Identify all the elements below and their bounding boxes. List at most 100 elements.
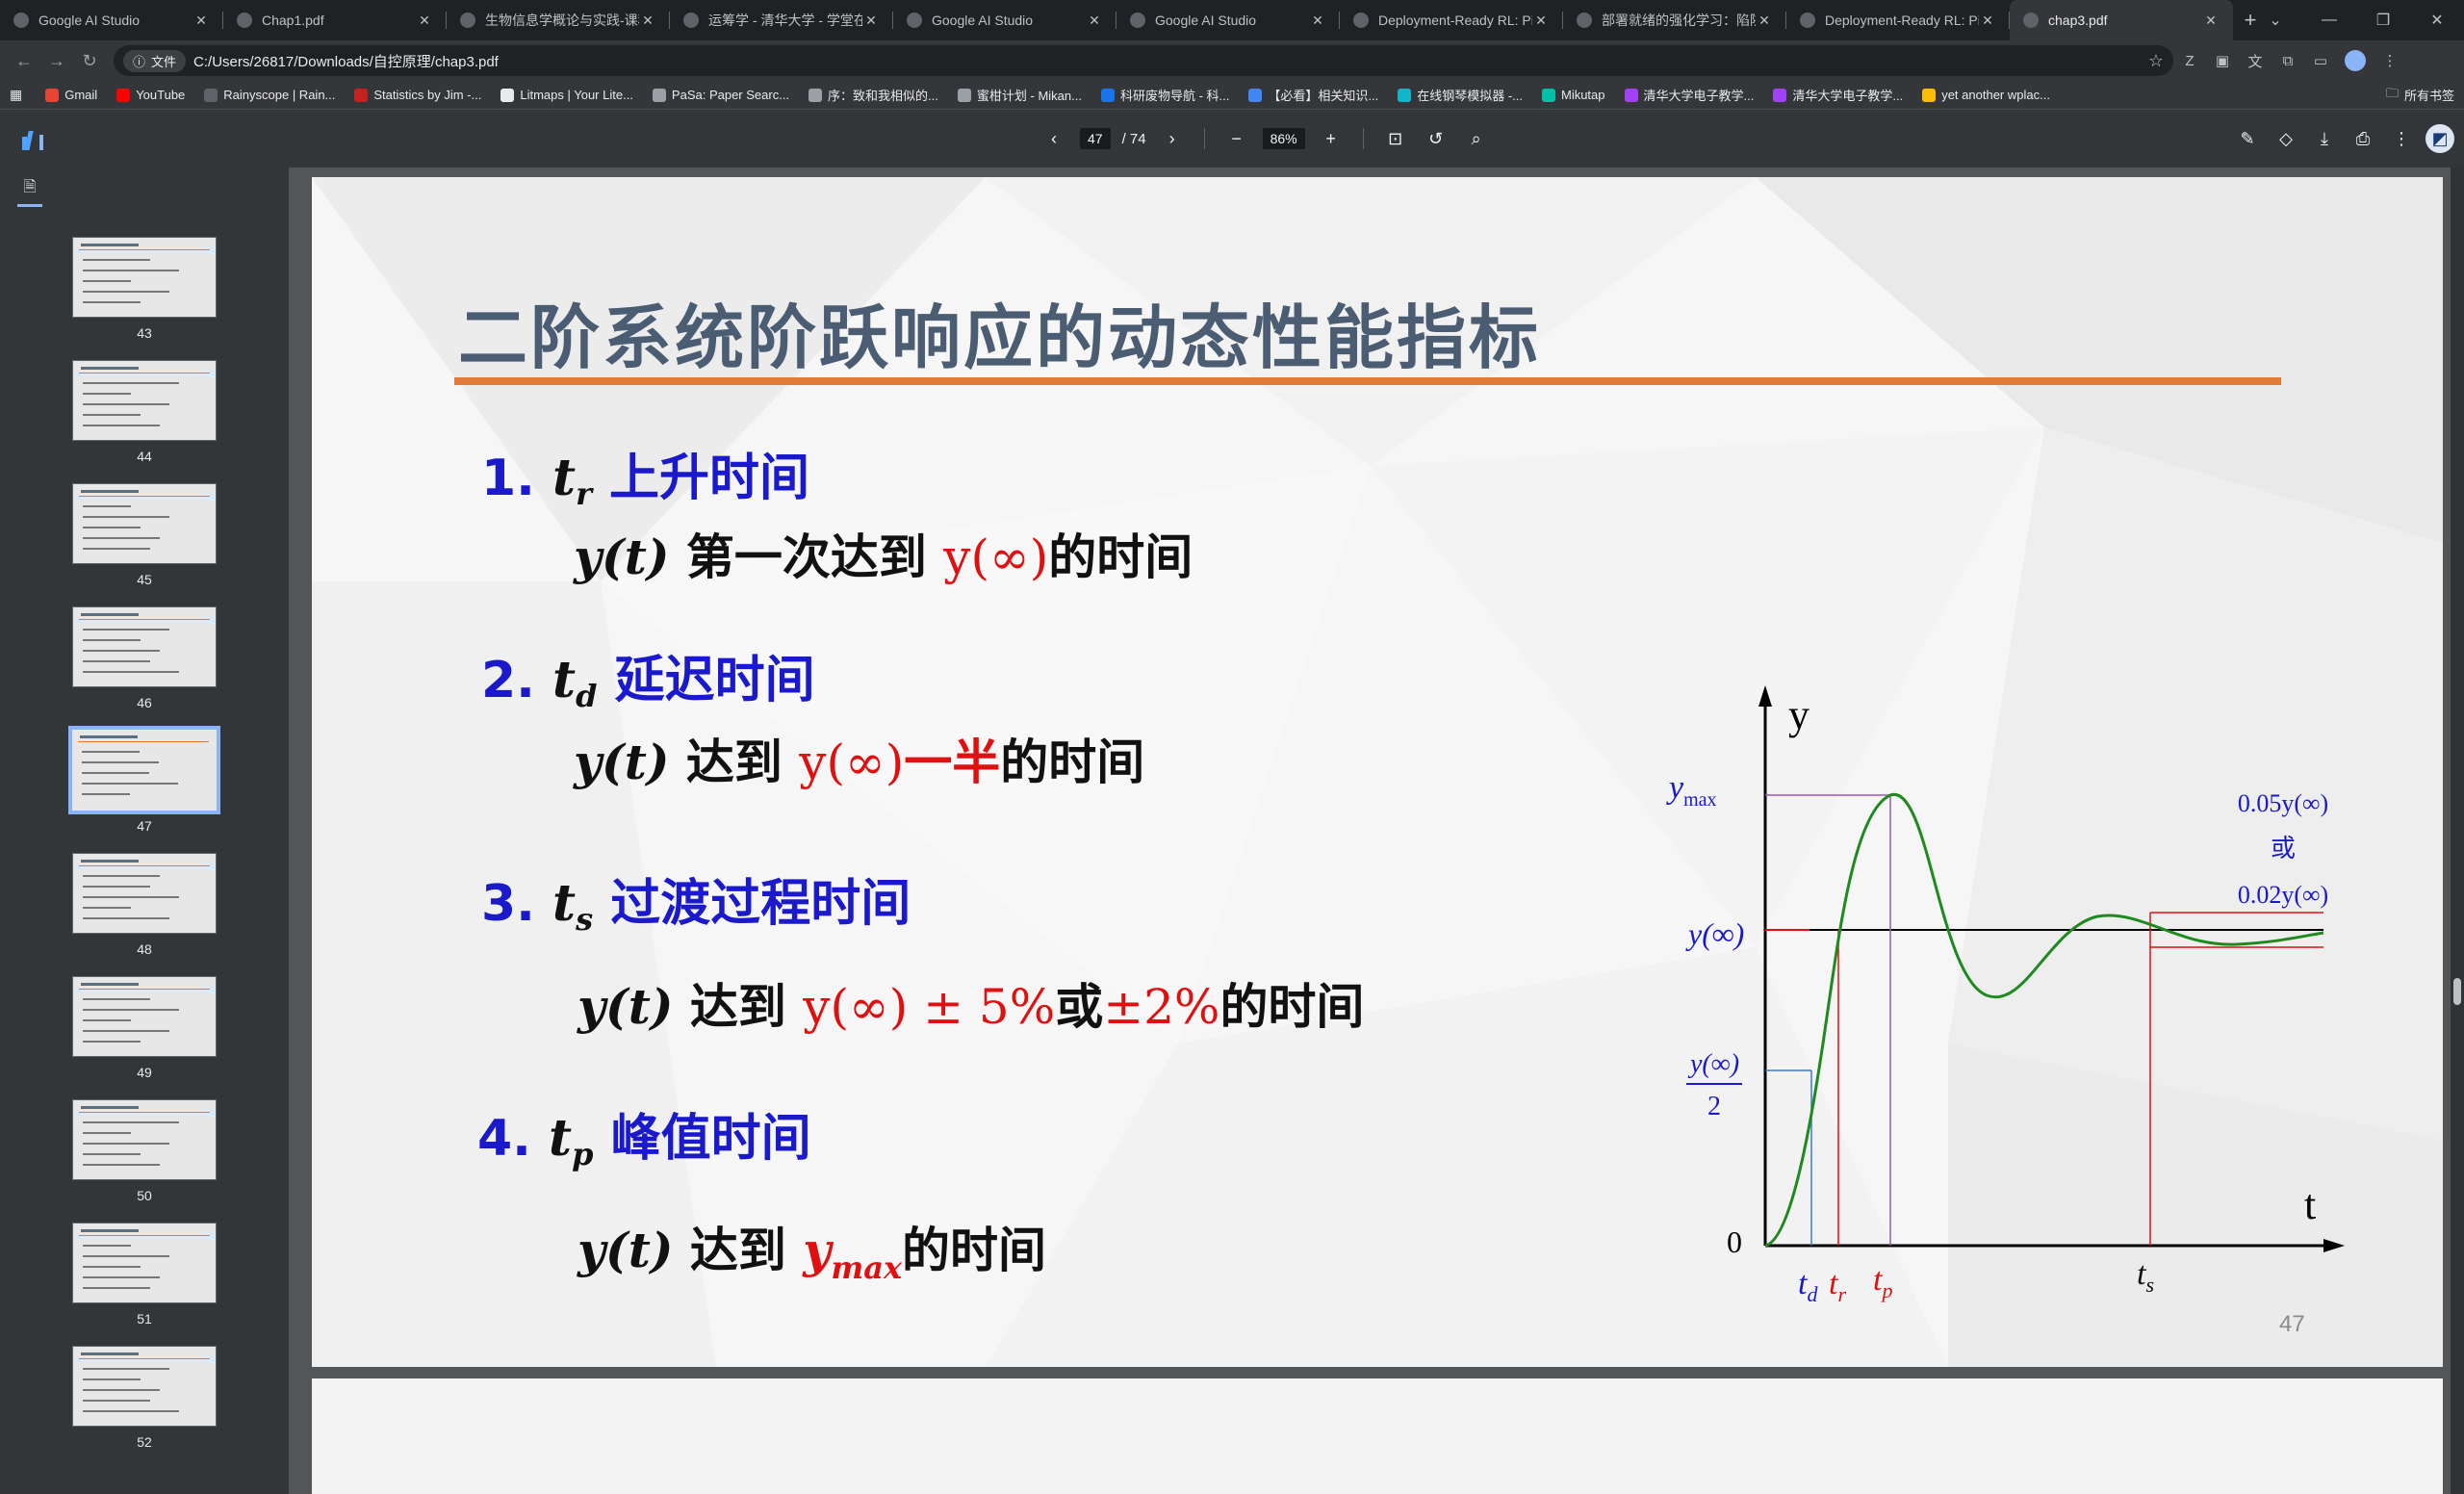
page-thumbnail[interactable] (72, 1346, 217, 1427)
close-tab-icon[interactable]: ✕ (862, 13, 880, 29)
close-tab-icon[interactable]: ✕ (192, 13, 210, 29)
bookmark-item[interactable]: YouTube (116, 88, 185, 102)
page-thumbnail[interactable] (72, 1099, 217, 1180)
viewer-scrollbar[interactable] (2451, 167, 2464, 1494)
extension-gamepad-icon[interactable]: ▣ (2206, 44, 2239, 77)
site-info-chip[interactable]: ⓘ 文件 (123, 49, 187, 72)
bookmark-item[interactable]: 序：致和我相似的... (808, 86, 938, 104)
bookmark-item[interactable]: 【必看】相关知识... (1248, 86, 1378, 104)
tab-favicon-icon (13, 13, 29, 28)
next-page-icon[interactable]: › (1158, 124, 1187, 153)
bookmark-label: 【必看】相关知识... (1268, 89, 1379, 103)
close-tab-icon[interactable]: ✕ (1756, 13, 1773, 29)
address-bar[interactable]: ⓘ 文件 C:/Users/26817/Downloads/自控原理/chap3… (114, 45, 2173, 76)
page-thumbnail[interactable] (72, 237, 217, 318)
item-1-symbol: tr (552, 449, 592, 512)
maximize-button[interactable]: ❐ (2356, 0, 2410, 40)
page-thumbnail[interactable] (72, 483, 217, 564)
tab-title: Deployment-Ready RL: Pitfa (1825, 13, 1979, 28)
page-thumbnail[interactable] (72, 853, 217, 934)
bookmark-item[interactable]: Mikutap (1541, 88, 1605, 102)
browser-tab[interactable]: Google AI Studio ✕ (1116, 0, 1340, 40)
zoom-input[interactable]: 86% (1262, 128, 1305, 149)
apps-grid-icon[interactable]: ▦ (10, 87, 22, 103)
slide-page-number: 47 (2279, 1311, 2305, 1337)
prev-page-icon[interactable]: ‹ (1040, 124, 1068, 153)
bookmark-label: Litmaps | Your Lite... (520, 88, 633, 102)
viewer-scrollbar-thumb[interactable] (2453, 978, 2461, 1005)
close-tab-icon[interactable]: ✕ (639, 13, 656, 29)
thumbnail-rule (79, 619, 210, 620)
bookmark-favicon-icon (1248, 88, 1263, 102)
extension-z-icon[interactable]: Z (2173, 44, 2206, 77)
page-number-input[interactable]: 47 (1080, 128, 1111, 149)
bookmark-item[interactable]: 清华大学电子教学... (1773, 86, 1903, 104)
bookmark-item[interactable]: Litmaps | Your Lite... (500, 88, 633, 102)
minimize-button[interactable]: — (2302, 0, 2356, 40)
band-label-2pct: 0.02y(∞) (2238, 881, 2328, 909)
browser-tab[interactable]: 部署就绪的强化学习：陷阱、✕ (1563, 0, 1786, 40)
bookmark-item[interactable]: Rainyscope | Rain... (204, 88, 335, 102)
thumbnails-tab-icon[interactable]: 🗎 (17, 174, 42, 207)
thumbnail-text-line (83, 907, 131, 909)
bookmark-label: Mikutap (1560, 88, 1605, 102)
thumbnail-rule (79, 1235, 210, 1236)
bookmark-item[interactable]: Statistics by Jim -... (354, 88, 481, 102)
extension-translate-icon[interactable]: 文 (2239, 44, 2272, 77)
close-tab-icon[interactable]: ✕ (416, 13, 433, 29)
browser-tab[interactable]: chap3.pdf ✕ (2010, 0, 2233, 40)
close-tab-icon[interactable]: ✕ (2202, 13, 2220, 29)
browser-tab[interactable]: 生物信息学概论与实践-课程主✕ (447, 0, 670, 40)
page-thumbnail[interactable] (72, 606, 217, 687)
bookmark-star-icon[interactable]: ☆ (2148, 51, 2164, 71)
bookmark-item[interactable]: 在线钢琴模拟器 -... (1398, 86, 1523, 104)
close-tab-icon[interactable]: ✕ (1086, 13, 1103, 29)
bookmark-item[interactable]: 科研废物导航 - 科... (1100, 86, 1229, 104)
browser-tab[interactable]: Chap1.pdf ✕ (223, 0, 447, 40)
page-thumbnail[interactable] (72, 360, 217, 441)
page-thumbnail[interactable] (72, 976, 217, 1057)
bookmark-item[interactable]: yet another wplac... (1922, 88, 2050, 102)
tab-search-icon[interactable]: ⌄ (2248, 0, 2302, 40)
bookmark-item[interactable]: Gmail (45, 88, 97, 102)
search-icon[interactable]: ⌕ (1462, 124, 1491, 153)
pdf-toolbar: ‹ 47 / 74 › − 86% + ⊡ ↺ ⌕ ✎ ◇ ⤓ ⎙ ⋮ ◩ (0, 110, 2464, 167)
extensions-puzzle-icon[interactable]: ⧉ (2272, 44, 2304, 77)
thumbnail-text-line (82, 751, 140, 753)
back-icon[interactable]: ← (8, 44, 40, 77)
forward-icon[interactable]: → (40, 44, 73, 77)
thumbnail-text-line (83, 1121, 179, 1123)
close-tab-icon[interactable]: ✕ (1532, 13, 1550, 29)
print-icon[interactable]: ⎙ (2348, 124, 2377, 153)
browser-tab[interactable]: Google AI Studio ✕ (0, 0, 223, 40)
bookmark-item[interactable]: 清华大学电子教学... (1624, 86, 1754, 104)
close-window-button[interactable]: ✕ (2410, 0, 2464, 40)
copilot-icon[interactable]: ◩ (2426, 124, 2454, 153)
browser-tab[interactable]: Google AI Studio ✕ (893, 0, 1116, 40)
bookmark-item[interactable]: 蜜柑计划 - Mikan... (957, 86, 1082, 104)
thumbnail-text-line (83, 1410, 179, 1412)
page-thumbnail[interactable] (72, 1223, 217, 1303)
draw-icon[interactable]: ◇ (2272, 124, 2300, 153)
menu-kebab-icon[interactable]: ⋮ (2374, 44, 2406, 77)
profile-avatar[interactable] (2345, 50, 2366, 71)
bookmark-item[interactable]: PaSa: Paper Searc... (652, 88, 789, 102)
rotate-icon[interactable]: ↺ (1422, 124, 1450, 153)
browser-tab[interactable]: 运筹学 - 清华大学 - 学堂在线✕ (670, 0, 893, 40)
close-tab-icon[interactable]: ✕ (1979, 13, 1996, 29)
annotate-icon[interactable]: ✎ (2233, 124, 2262, 153)
side-panel-icon[interactable]: ▭ (2304, 44, 2337, 77)
browser-tab[interactable]: Deployment-Ready RL: Pitfa ✕ (1340, 0, 1563, 40)
item-3-number: 3. (481, 875, 535, 933)
reload-icon[interactable]: ↻ (73, 44, 106, 77)
download-icon[interactable]: ⤓ (2310, 124, 2339, 153)
page-thumbnail[interactable] (68, 726, 220, 814)
fit-page-icon[interactable]: ⊡ (1381, 124, 1410, 153)
zoom-in-icon[interactable]: + (1317, 124, 1346, 153)
more-options-icon[interactable]: ⋮ (2387, 124, 2416, 153)
thumbnail-heading (81, 1229, 139, 1232)
zoom-out-icon[interactable]: − (1222, 124, 1251, 153)
browser-tab[interactable]: Deployment-Ready RL: Pitfa ✕ (1786, 0, 2010, 40)
all-bookmarks-button[interactable]: 🗀 所有书签 (2386, 85, 2454, 106)
close-tab-icon[interactable]: ✕ (1309, 13, 1326, 29)
